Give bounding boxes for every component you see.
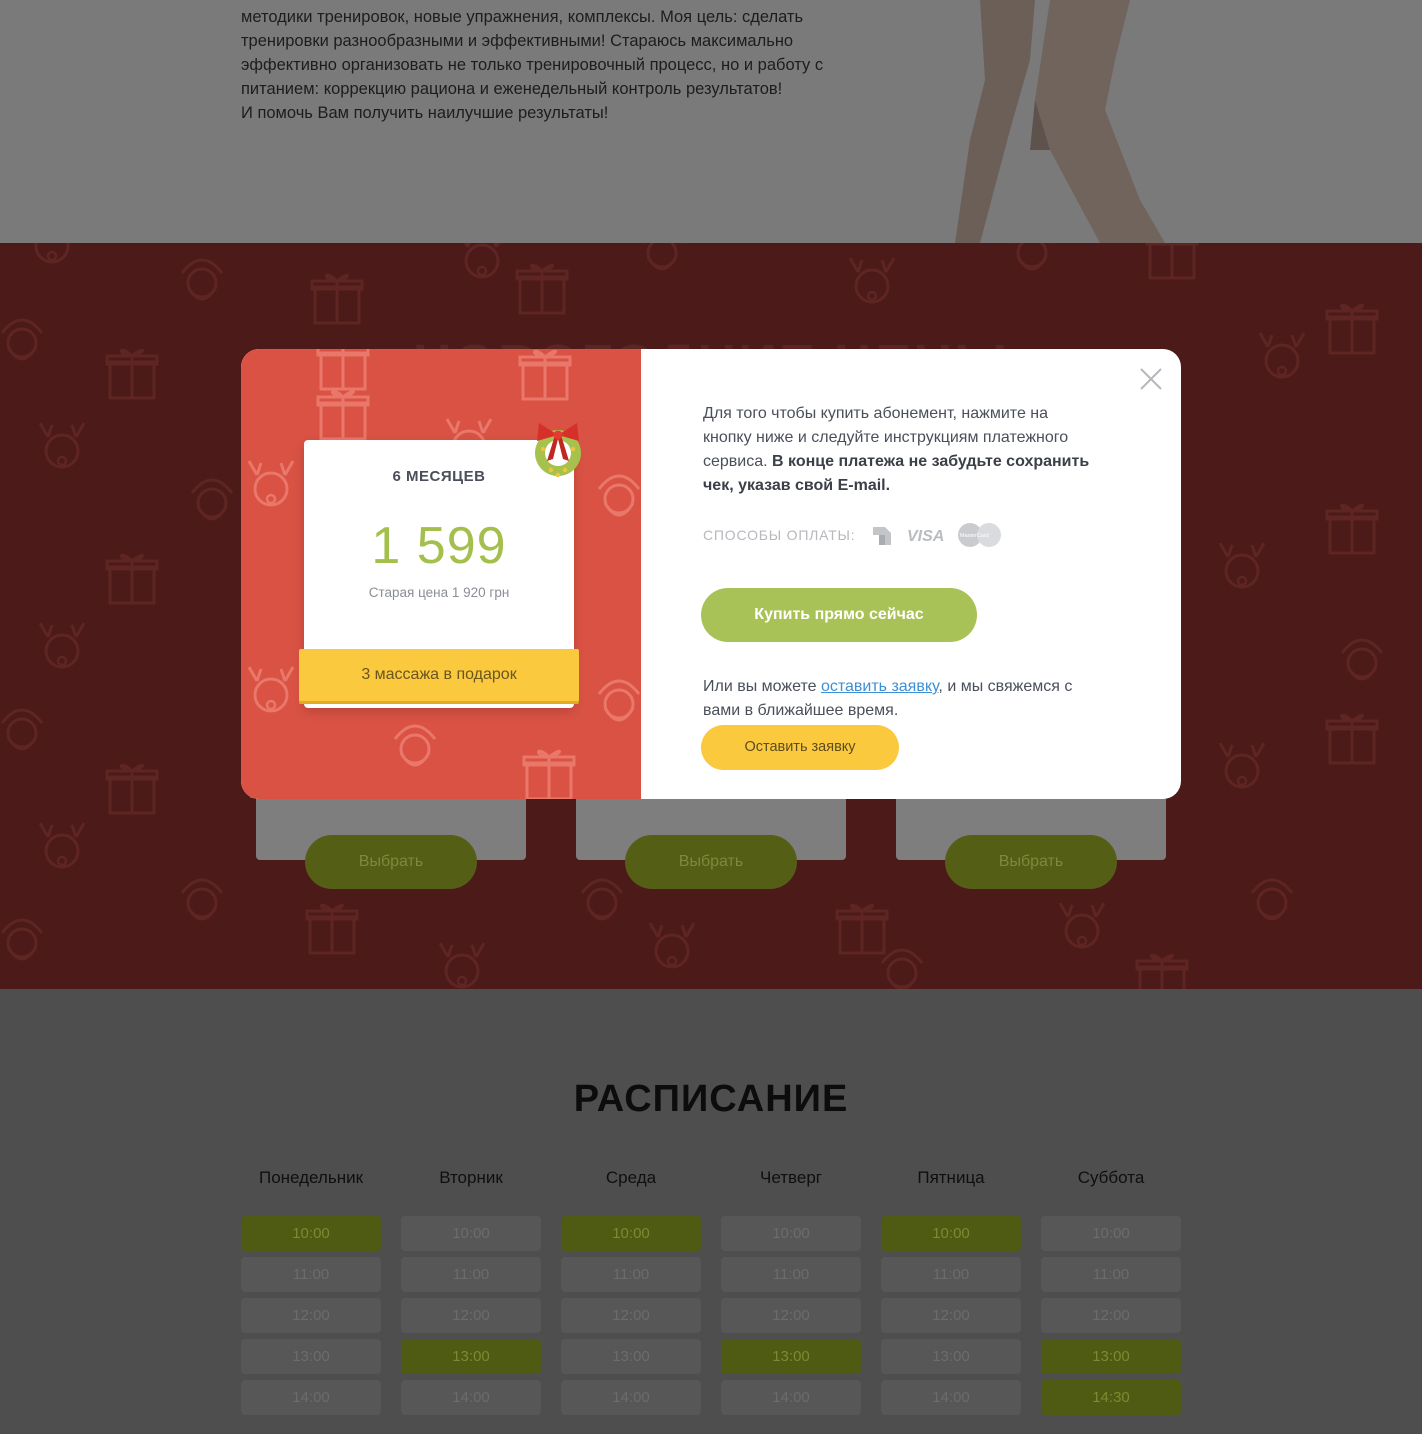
time-slot[interactable]: 13:00 [401,1339,541,1374]
request-hint-text: Или вы можете [703,678,817,695]
day-name: Четверг [760,1168,822,1187]
select-plan-button[interactable]: Выбрать [305,835,477,889]
mastercard-icon: MasterCard [958,523,1001,547]
visa-icon: VISA [907,528,944,545]
time-slot[interactable]: 13:00 [561,1339,701,1374]
select-plan-button[interactable]: Выбрать [625,835,797,889]
buy-now-button[interactable]: Купить прямо сейчас [701,588,977,642]
time-slot[interactable]: 13:00 [881,1339,1021,1374]
time-slot[interactable]: 14:30 [1041,1380,1181,1415]
time-slot[interactable]: 12:00 [1041,1298,1181,1333]
schedule-day-column: Суббота 10:00 11:00 12:00 13:00 14:30 [1041,1168,1181,1421]
purchase-info-panel: Для того чтобы купить абонемент, нажмите… [641,349,1181,799]
time-slot[interactable]: 14:00 [721,1380,861,1415]
time-slot[interactable]: 12:00 [881,1298,1021,1333]
time-slot[interactable]: 14:00 [401,1380,541,1415]
time-slot[interactable]: 11:00 [401,1257,541,1292]
purchase-modal: 6 МЕСЯЦЕВ 1 599 Старая цена 1 920 грн 3 … [241,349,1181,799]
schedule-day-column: Пятница 10:00 11:00 12:00 13:00 14:00 [881,1168,1021,1421]
schedule-day-column: Четверг 10:00 11:00 12:00 13:00 14:00 [721,1168,861,1421]
time-slot[interactable]: 12:00 [561,1298,701,1333]
leave-request-button[interactable]: Оставить заявку [701,725,899,770]
time-slot[interactable]: 13:00 [1041,1339,1181,1374]
day-name: Вторник [439,1168,503,1187]
payment-methods-label: СПОСОБЫ ОПЛАТЫ: [703,527,856,543]
about-text-line: питанием: коррекцию рациона и еженедельн… [241,80,783,98]
description-text: сервиса. [703,453,768,470]
time-slot[interactable]: 10:00 [721,1216,861,1251]
time-slot[interactable]: 14:00 [561,1380,701,1415]
trainer-photo [955,0,1165,243]
day-name: Суббота [1077,1168,1145,1187]
time-slot[interactable]: 13:00 [721,1339,861,1374]
description-emphasis: В конце платежа не забудьте сохранить [772,453,1090,470]
day-name: Понедельник [258,1168,364,1187]
time-slot[interactable]: 14:00 [881,1380,1021,1415]
offer-panel: 6 МЕСЯЦЕВ 1 599 Старая цена 1 920 грн 3 … [241,349,641,799]
offer-gift-banner: 3 массажа в подарок [299,649,579,701]
time-slot[interactable]: 12:00 [721,1298,861,1333]
wreath-icon [535,423,581,478]
privatbank-icon [873,527,891,545]
select-plan-button[interactable]: Выбрать [945,835,1117,889]
request-hint-line: Или вы можете оставить заявку, и мы свяж… [703,678,1072,696]
about-text-line: эффективно организовать не только тренир… [241,56,824,74]
schedule-day-column: Понедельник 10:00 11:00 12:00 13:00 14:00 [241,1168,381,1421]
about-text-line: И помочь Вам получить наилучшие результа… [241,104,609,122]
offer-old-price: Старая цена 1 920 грн [368,585,510,600]
day-name: Среда [605,1168,657,1187]
time-slot[interactable]: 10:00 [241,1216,381,1251]
offer-price: 1 599 [371,517,507,575]
schedule-day-column: Среда 10:00 11:00 12:00 13:00 14:00 [561,1168,701,1421]
about-text-line: методики тренировок, новые упражнения, к… [241,8,804,26]
time-slot[interactable]: 11:00 [241,1257,381,1292]
svg-text:MasterCard: MasterCard [960,533,989,539]
description-line: чек, указав свой E-mail. [703,477,890,495]
request-hint-line: вами в ближайшее время. [703,702,899,719]
time-slot[interactable]: 13:00 [241,1339,381,1374]
description-line: сервиса. В конце платежа не забудьте сох… [703,453,1089,471]
time-slot[interactable]: 11:00 [721,1257,861,1292]
payment-icons: VISA MasterCard [873,523,1001,547]
time-slot[interactable]: 12:00 [241,1298,381,1333]
description-line: Для того чтобы купить абонемент, нажмите… [703,405,1049,422]
day-name: Пятница [917,1168,985,1187]
leave-request-link[interactable]: оставить заявку [821,678,938,695]
time-slot[interactable]: 11:00 [561,1257,701,1292]
time-slot[interactable]: 12:00 [401,1298,541,1333]
description-line: кнопку ниже и следуйте инструкциям плате… [703,429,1069,446]
schedule-day-column: Вторник 10:00 11:00 12:00 13:00 14:00 [401,1168,541,1421]
time-slot[interactable]: 11:00 [1041,1257,1181,1292]
description-emphasis: чек, указав свой E-mail. [703,477,891,494]
time-slot[interactable]: 11:00 [881,1257,1021,1292]
about-section: методики тренировок, новые упражнения, к… [0,0,1422,243]
about-text-line: тренировки разнообразными и эффективными… [241,32,794,50]
time-slot[interactable]: 10:00 [401,1216,541,1251]
time-slot[interactable]: 10:00 [561,1216,701,1251]
close-icon[interactable] [1139,367,1163,391]
time-slot[interactable]: 10:00 [881,1216,1021,1251]
request-hint-text: , и мы свяжемся с [938,678,1073,695]
time-slot[interactable]: 10:00 [1041,1216,1181,1251]
time-slot[interactable]: 14:00 [241,1380,381,1415]
schedule-title: РАСПИСАНИЕ [573,1078,849,1120]
